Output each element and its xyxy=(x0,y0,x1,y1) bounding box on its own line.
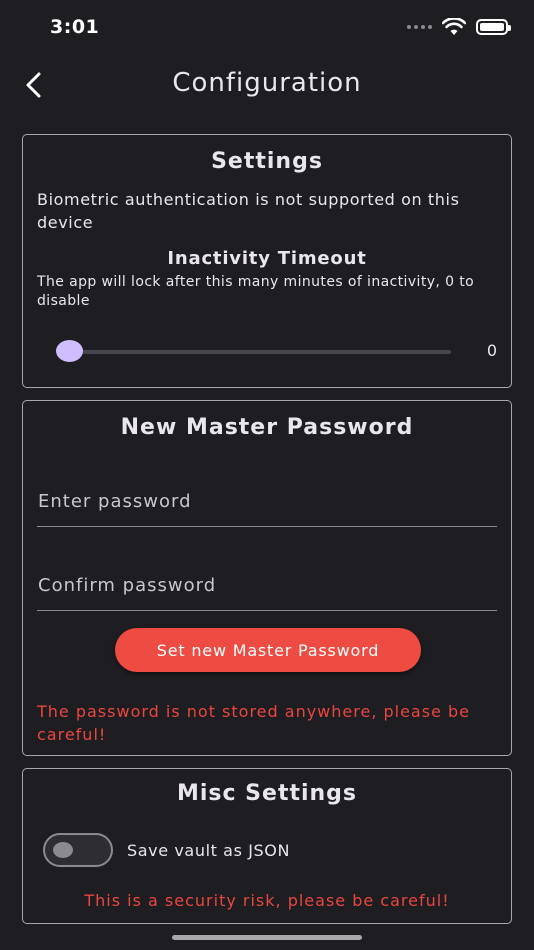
toggle-knob xyxy=(53,842,73,858)
password-warning: The password is not stored anywhere, ple… xyxy=(37,702,470,744)
inactivity-timeout-slider[interactable] xyxy=(69,350,451,354)
save-json-label: Save vault as JSON xyxy=(127,840,291,860)
misc-settings-card: Misc Settings Save vault as JSON This is… xyxy=(22,768,512,924)
page-title: Configuration xyxy=(172,68,362,98)
inactivity-timeout-description: The app will lock after this many minute… xyxy=(37,274,475,309)
wifi-icon xyxy=(442,18,466,35)
inactivity-timeout-slider-row: 0 xyxy=(53,339,497,363)
settings-card: Settings Biometric authentication is not… xyxy=(22,134,512,388)
confirm-password-placeholder: Confirm password xyxy=(38,575,217,596)
slider-value: 0 xyxy=(486,341,497,360)
set-master-password-button[interactable]: Set new Master Password xyxy=(115,628,421,672)
biometric-message: Biometric authentication is not supporte… xyxy=(37,190,460,232)
new-password-card: New Master Password Enter password Confi… xyxy=(22,400,512,756)
save-json-toggle[interactable] xyxy=(43,833,113,867)
battery-icon xyxy=(476,19,511,35)
settings-title: Settings xyxy=(211,149,323,174)
signal-icon xyxy=(407,25,432,29)
slider-thumb[interactable] xyxy=(56,340,83,362)
configuration-screen: 3:01 Configuration Settings Biometric au… xyxy=(0,0,534,950)
save-json-row: Save vault as JSON xyxy=(43,833,290,867)
home-indicator xyxy=(172,935,362,940)
confirm-password-field[interactable]: Confirm password xyxy=(37,567,497,611)
new-password-title: New Master Password xyxy=(120,415,414,440)
inactivity-timeout-title: Inactivity Timeout xyxy=(167,248,367,269)
status-time: 3:01 xyxy=(50,16,100,38)
security-risk-warning: This is a security risk, please be caref… xyxy=(84,891,450,910)
password-field[interactable]: Enter password xyxy=(37,483,497,527)
password-placeholder: Enter password xyxy=(38,491,192,512)
misc-settings-title: Misc Settings xyxy=(176,781,358,806)
status-icons xyxy=(407,18,511,36)
